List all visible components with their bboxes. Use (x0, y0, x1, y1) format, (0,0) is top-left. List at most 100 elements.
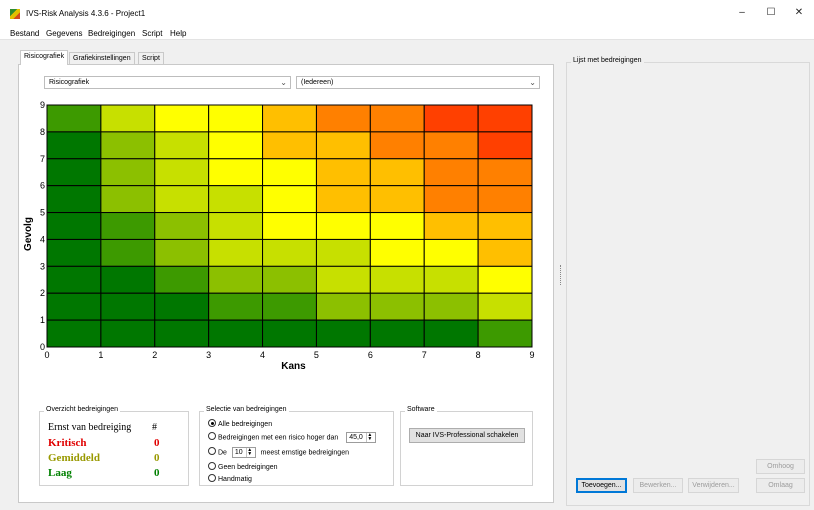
radio-manual[interactable]: Handmatig (208, 474, 252, 483)
radio-all-label: Alle bedreigingen (218, 421, 273, 428)
risk-cell (423, 131, 479, 160)
risk-cell (154, 158, 210, 187)
menu-help[interactable]: Help (170, 29, 186, 38)
risk-cell (208, 265, 264, 294)
severity-medium-count: 0 (154, 452, 160, 464)
x-tick-label: 6 (368, 350, 373, 360)
severity-low-count: 0 (154, 467, 160, 479)
risk-cell (46, 238, 102, 267)
risk-cell (154, 212, 210, 240)
severity-low-label: Laag (48, 467, 72, 479)
x-tick-label: 4 (260, 350, 265, 360)
risk-cell (477, 131, 533, 160)
risk-cell (477, 104, 533, 133)
x-tick-label: 8 (476, 350, 481, 360)
risk-cell (369, 131, 425, 160)
risk-cell (154, 185, 210, 214)
radio-top-prefix: De (218, 449, 227, 457)
risk-cell (208, 158, 264, 187)
risk-cell (369, 238, 425, 267)
radio-manual-label: Handmatig (218, 476, 252, 483)
spinner-arrows-icon[interactable]: ▲ ▼ (365, 433, 373, 442)
y-tick-label: 0 (40, 342, 45, 352)
risk-cell (262, 158, 317, 187)
window-title: IVS-Risk Analysis 4.3.6 - Project1 (26, 9, 146, 18)
y-tick-label: 9 (40, 100, 45, 110)
risk-cell (369, 292, 425, 321)
risk-cell (154, 292, 210, 321)
top-n-value: 10 (234, 449, 243, 456)
menu-bestand[interactable]: Bestand (10, 29, 39, 38)
left-panel: Risicografiek Grafiekinstellingen Script… (8, 40, 556, 505)
risk-threshold-spinner[interactable]: 45,0 ▲ ▼ (346, 432, 376, 443)
radio-icon (208, 474, 216, 482)
risk-cell (46, 265, 102, 294)
y-tick-label: 2 (40, 288, 45, 298)
risk-cell (477, 212, 533, 240)
risk-cell (423, 265, 479, 294)
risk-cell (369, 319, 425, 348)
overview-group: Overzicht bedreigingen Ernst van bedreig… (39, 406, 189, 486)
threat-list-title: Lijst met bedreigingen (571, 57, 644, 64)
menu-bedreigingen[interactable]: Bedreigingen (88, 29, 135, 38)
risk-cell (262, 104, 317, 133)
risk-cell (46, 158, 102, 187)
x-tick-label: 3 (206, 350, 211, 360)
risk-cell (208, 104, 264, 133)
risk-cell (423, 238, 479, 267)
severity-medium-label: Gemiddeld (48, 452, 100, 464)
risk-cell (208, 292, 264, 321)
risk-cell (100, 265, 156, 294)
maximize-button[interactable]: ☐ (756, 5, 786, 21)
risk-cell (477, 265, 533, 294)
y-tick-label: 5 (40, 208, 45, 218)
add-threat-button[interactable]: Toevoegen... (576, 478, 627, 493)
radio-top-n[interactable]: De 10 ▲ ▼ meest ernstige bedreigingen (208, 447, 349, 458)
menu-gegevens[interactable]: Gegevens (46, 29, 82, 38)
risk-cell (154, 265, 210, 294)
risk-cell (208, 185, 264, 214)
menu-script[interactable]: Script (142, 29, 162, 38)
risk-cell (100, 158, 156, 187)
risk-cell (315, 104, 371, 133)
minimize-button[interactable]: – (727, 5, 757, 21)
risk-cell (262, 265, 317, 294)
tab-script[interactable]: Script (138, 52, 164, 64)
radio-risk-threshold[interactable]: Bedreigingen met een risico hoger dan 45… (208, 432, 376, 443)
edit-threat-button[interactable]: Bewerken... (633, 478, 683, 493)
threat-list-box[interactable] (569, 71, 807, 451)
tab-risicografiek[interactable]: Risicografiek (20, 50, 69, 65)
delete-threat-button[interactable]: Verwijderen... (688, 478, 739, 493)
switch-to-professional-button[interactable]: Naar IVS-Professional schakelen (409, 428, 525, 443)
risk-cell (423, 158, 479, 187)
app-icon (10, 9, 20, 19)
risk-cell (315, 185, 371, 214)
risk-cell (477, 238, 533, 267)
y-tick-label: 3 (40, 261, 45, 271)
radio-no-threats[interactable]: Geen bedreigingen (208, 462, 278, 471)
risk-cell (46, 319, 102, 348)
risk-cell (315, 238, 371, 267)
top-n-spinner[interactable]: 10 ▲ ▼ (231, 447, 256, 458)
move-up-button[interactable]: Omhoog (756, 459, 805, 474)
menu-bar: Bestand Gegevens Bedreigingen Script Hel… (0, 26, 814, 40)
tab-grafiekinstellingen[interactable]: Grafiekinstellingen (69, 52, 135, 64)
risk-cell (100, 131, 156, 160)
risk-cell (262, 238, 317, 267)
risk-matrix-chart: 0 1 2 3 4 5 6 7 8 9 0 1 2 3 4 5 6 7 8 9 Kans Gevolg (23, 100, 535, 372)
radio-icon (208, 462, 216, 470)
move-down-button[interactable]: Omlaag (756, 478, 805, 493)
close-button[interactable]: ✕ (784, 5, 814, 21)
risk-cell (315, 158, 371, 187)
splitter-grip-icon[interactable] (560, 265, 561, 285)
risk-cell (369, 265, 425, 294)
overview-group-title: Overzicht bedreigingen (44, 406, 120, 413)
risk-cell (154, 131, 210, 160)
risk-cell (262, 319, 317, 348)
y-tick-label: 1 (40, 315, 45, 325)
right-panel: Lijst met bedreigingen Omhoog Toevoegen.… (564, 40, 814, 510)
spinner-arrows-icon[interactable]: ▲ ▼ (245, 448, 253, 457)
y-tick-label: 4 (40, 234, 45, 244)
radio-all-threats[interactable]: Alle bedreigingen (208, 419, 272, 428)
risk-cell (208, 238, 264, 267)
